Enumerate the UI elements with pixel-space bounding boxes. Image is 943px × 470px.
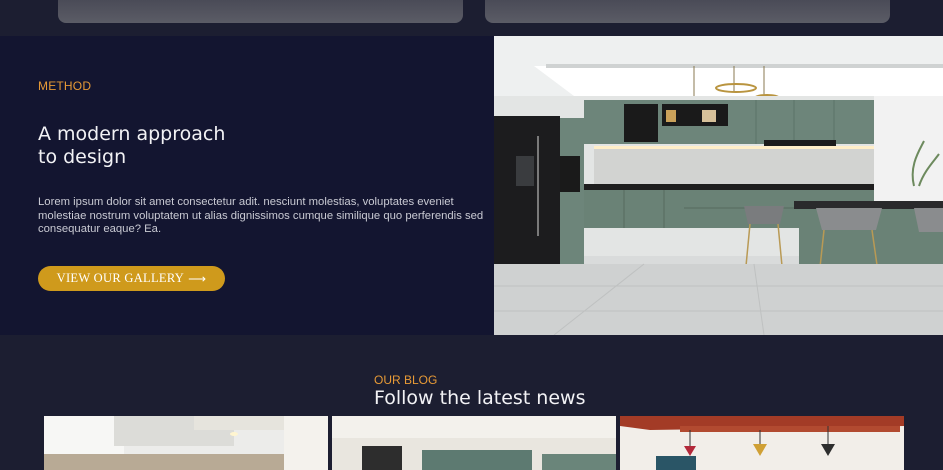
blog-card-2[interactable] bbox=[332, 416, 616, 470]
view-gallery-button[interactable]: VIEW OUR GALLERY ⟶ bbox=[38, 266, 225, 291]
method-heading: A modern approach to design bbox=[38, 123, 225, 169]
previous-section-strip bbox=[0, 0, 943, 36]
method-heading-line-2: to design bbox=[38, 146, 127, 168]
method-body-text: Lorem ipsum dolor sit amet consectetur a… bbox=[38, 196, 484, 235]
view-gallery-button-label: VIEW OUR GALLERY bbox=[56, 271, 185, 285]
method-eyebrow: METHOD bbox=[38, 79, 92, 93]
previous-card-left[interactable] bbox=[58, 0, 463, 23]
blog-title: Follow the latest news bbox=[374, 387, 586, 409]
method-text-block: METHOD A modern approach to design Lorem… bbox=[38, 36, 488, 335]
method-heading-line-1: A modern approach bbox=[38, 123, 226, 145]
method-section: METHOD A modern approach to design Lorem… bbox=[0, 36, 943, 335]
previous-card-right[interactable] bbox=[485, 0, 890, 23]
blog-eyebrow: OUR BLOG bbox=[374, 373, 438, 387]
blog-card-1[interactable] bbox=[44, 416, 328, 470]
kitchen-hero-image bbox=[494, 36, 943, 335]
blog-card-3[interactable] bbox=[620, 416, 904, 470]
kitchen-illustration bbox=[494, 36, 943, 335]
blog-card-3-image bbox=[620, 416, 904, 470]
arrow-right-icon: ⟶ bbox=[188, 271, 207, 286]
blog-card-2-image bbox=[332, 416, 616, 470]
blog-section: OUR BLOG Follow the latest news bbox=[0, 335, 943, 470]
blog-card-1-image bbox=[44, 416, 328, 470]
